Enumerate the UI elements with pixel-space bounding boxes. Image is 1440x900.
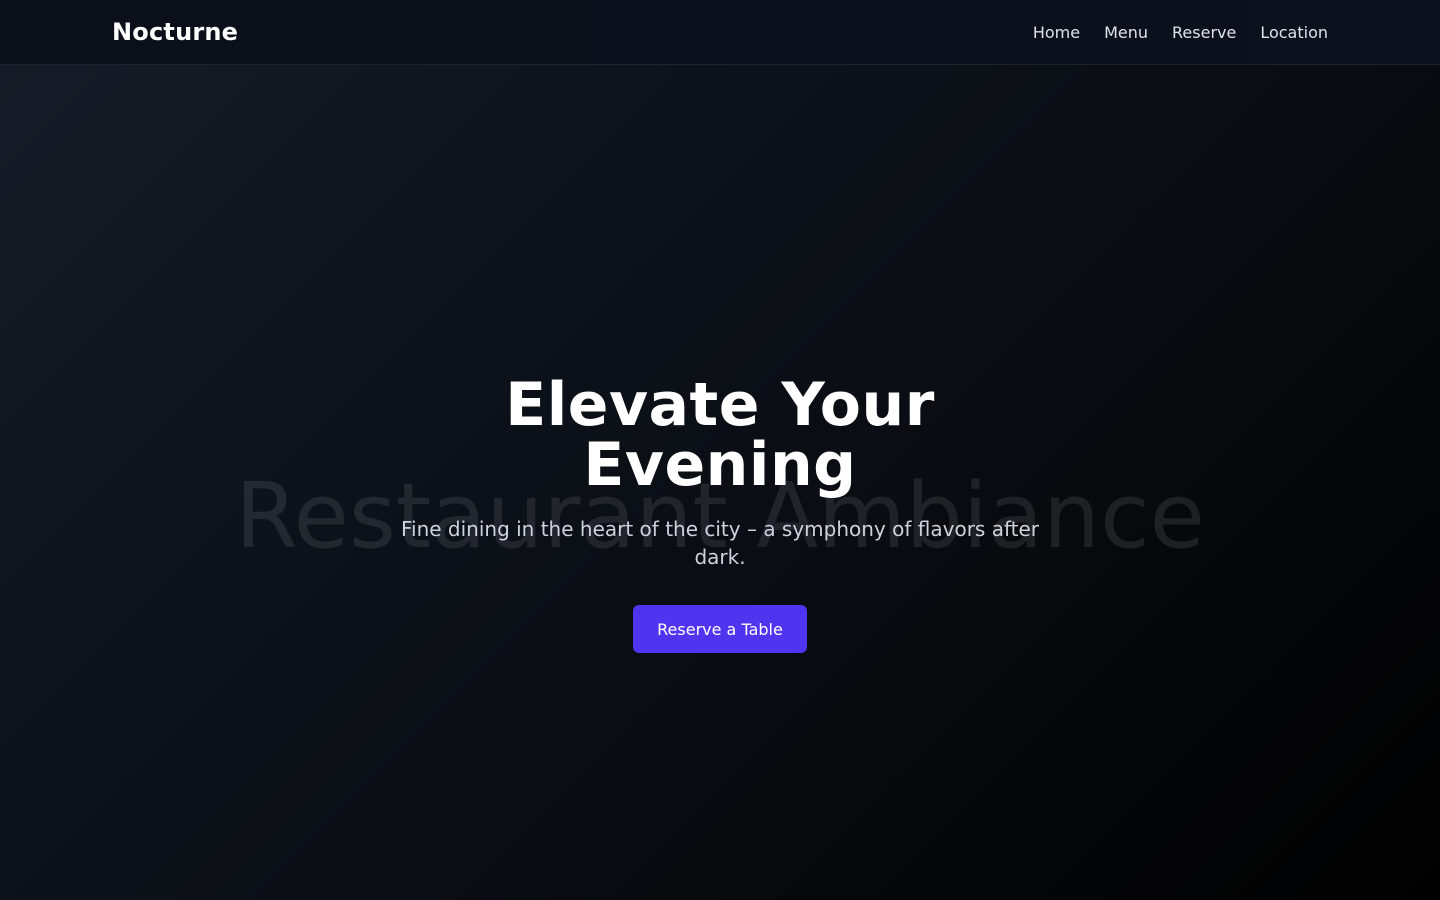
nav-links: Home Menu Reserve Location bbox=[1033, 0, 1328, 64]
brand-logo[interactable]: Nocturne bbox=[112, 0, 238, 64]
hero-title: Elevate Your Evening bbox=[505, 370, 935, 500]
nav-link-reserve[interactable]: Reserve bbox=[1172, 23, 1236, 42]
nav-link-menu[interactable]: Menu bbox=[1104, 23, 1148, 42]
top-navbar: Nocturne Home Menu Reserve Location bbox=[0, 0, 1440, 65]
hero-subtitle: Fine dining in the heart of the city – a… bbox=[400, 517, 1040, 569]
hero-content: Elevate Your Evening Fine dining in the … bbox=[0, 375, 1440, 653]
hero-section: Restaurant Ambiance Elevate Your Evening… bbox=[0, 65, 1440, 900]
page: Nocturne Home Menu Reserve Location Rest… bbox=[0, 0, 1440, 900]
reserve-table-button[interactable]: Reserve a Table bbox=[633, 605, 807, 653]
nav-link-home[interactable]: Home bbox=[1033, 23, 1080, 42]
nav-link-location[interactable]: Location bbox=[1260, 23, 1328, 42]
